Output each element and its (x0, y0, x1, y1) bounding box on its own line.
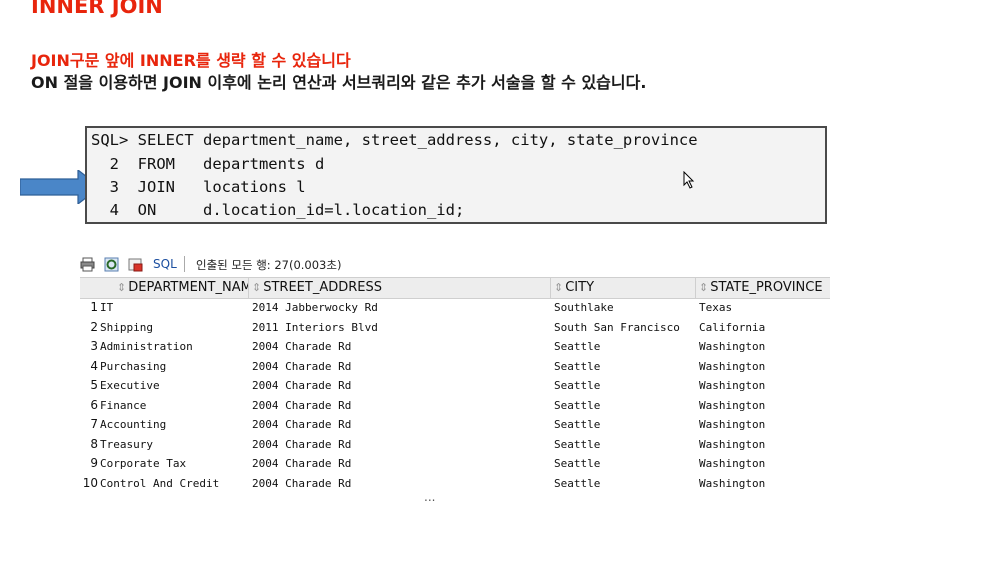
sort-icon: ⇕ (252, 281, 262, 294)
row-number: 9 (90, 456, 98, 470)
cell-state-province: California (699, 320, 766, 334)
row-number: 8 (90, 436, 98, 451)
refresh-icon[interactable] (104, 257, 119, 272)
subtitle-line-1: JOIN구문 앞에 INNER를 생략 할 수 있습니다 (31, 51, 351, 70)
cell-state-province: Washington (699, 359, 766, 373)
cell-street-address: 2011 Interiors Blvd (252, 320, 378, 334)
cell-street-address: 2004 Charade Rd (252, 340, 352, 353)
cell-city: Seattle (554, 457, 601, 470)
toolbar-divider (184, 256, 185, 272)
cell-city: Seattle (554, 418, 601, 431)
cell-department-name: IT (100, 301, 114, 314)
table-row[interactable]: 8 Treasury 2004 Charade Rd Seattle Washingto… (80, 435, 830, 455)
row-number: 7 (90, 417, 98, 431)
table-row[interactable]: 7 Accounting 2004 Charade Rd Seattle Washing… (80, 415, 830, 435)
sql-editor[interactable]: SQL> SELECT department_name, street_addr… (85, 126, 827, 224)
sort-icon: ⇕ (699, 281, 709, 294)
cell-city: Seattle (554, 398, 601, 412)
table-row[interactable]: 5 Executive 2004 Charade Rd Seattle Washingt… (80, 376, 830, 396)
cell-street-address: 2004 Charade Rd (252, 457, 352, 470)
table-row[interactable]: 3 Administration 2004 Charade Rd Seattle Was… (80, 337, 830, 357)
cell-street-address: 2014 Jabberwocky Rd (252, 301, 378, 314)
cell-city: Southlake (554, 301, 614, 314)
sql-icon[interactable] (128, 257, 143, 272)
row-number: 1 (90, 300, 98, 314)
sql-line-4: 4 ON d.location_id=l.location_id; (91, 201, 465, 219)
table-row[interactable]: 9 Corporate Tax 2004 Charade Rd Seattle Wash… (80, 454, 830, 474)
table-row[interactable]: 1 IT 2014 Jabberwocky Rd Southlake Texas (80, 298, 830, 318)
mouse-cursor-icon (683, 171, 695, 189)
column-header-department-name[interactable]: ⇕ DEPARTMENT_NAME (114, 278, 249, 298)
table-row[interactable]: 4 Purchasing 2004 Charade Rd Seattle Washing… (80, 357, 830, 377)
grid-header: ⇕ DEPARTMENT_NAME ⇕ STREET_ADDRESS ⇕ CITY ⇕… (80, 277, 830, 299)
row-number: 5 (90, 378, 98, 392)
print-icon[interactable] (80, 257, 95, 272)
cell-street-address: 2004 Charade Rd (252, 437, 352, 451)
cell-state-province: Washington (699, 457, 766, 470)
cell-state-province: Washington (699, 340, 766, 353)
sort-icon: ⇕ (554, 281, 564, 294)
cell-department-name: Finance (100, 398, 147, 412)
cell-department-name: Control And Credit (100, 476, 220, 490)
cell-department-name: Corporate Tax (100, 457, 187, 470)
sql-line-2: 2 FROM departments d (91, 155, 325, 173)
row-number: 10 (82, 475, 98, 490)
sql-line-3: 3 JOIN locations l (91, 178, 306, 196)
cell-state-province: Washington (699, 398, 766, 412)
cell-state-province: Washington (699, 437, 766, 451)
cell-city: Seattle (554, 476, 601, 490)
cell-street-address: 2004 Charade Rd (252, 359, 352, 373)
cell-department-name: Administration (100, 340, 193, 353)
cell-state-province: Texas (699, 301, 733, 314)
sql-line-1: SQL> SELECT department_name, street_addr… (91, 131, 698, 149)
cell-city: South San Francisco (554, 320, 680, 334)
column-header-city[interactable]: ⇕ CITY (551, 278, 696, 298)
row-number: 3 (90, 339, 98, 353)
cell-state-province: Washington (699, 476, 766, 490)
cell-department-name: Executive (100, 379, 160, 392)
cell-state-province: Washington (699, 379, 766, 392)
page-title: INNER JOIN (31, 0, 163, 18)
fetch-status: 인출된 모든 행: 27(0.003초) (196, 258, 342, 272)
cell-city: Seattle (554, 359, 601, 373)
column-header-state-province[interactable]: ⇕ STATE_PROVINCE (696, 278, 830, 298)
result-toolbar: SQL 인출된 모든 행: 27(0.003초) (80, 255, 830, 275)
cell-department-name: Accounting (100, 418, 167, 431)
column-header-street-address[interactable]: ⇕ STREET_ADDRESS (249, 278, 551, 298)
cell-city: Seattle (554, 437, 601, 451)
subtitle-line-2: ON 절을 이용하면 JOIN 이후에 논리 연산과 서브쿼리와 같은 추가 서… (31, 73, 647, 92)
cell-department-name: Purchasing (100, 359, 167, 373)
more-rows-indicator: ... (424, 490, 436, 504)
row-number: 4 (90, 358, 98, 373)
cell-state-province: Washington (699, 418, 766, 431)
sql-link[interactable]: SQL (153, 257, 177, 271)
cell-department-name: Treasury (100, 437, 153, 451)
cell-street-address: 2004 Charade Rd (252, 476, 352, 490)
cell-department-name: Shipping (100, 320, 153, 334)
cell-street-address: 2004 Charade Rd (252, 418, 352, 431)
row-number: 2 (90, 319, 98, 334)
row-number: 6 (90, 397, 98, 412)
cell-city: Seattle (554, 379, 601, 392)
cell-street-address: 2004 Charade Rd (252, 398, 352, 412)
table-row[interactable]: 6 Finance 2004 Charade Rd Seattle Washington (80, 396, 830, 416)
table-row[interactable]: 2 Shipping 2011 Interiors Blvd South San Fr… (80, 318, 830, 338)
cell-city: Seattle (554, 340, 601, 353)
sort-icon: ⇕ (117, 281, 127, 294)
table-row[interactable]: 10 Control And Credit 2004 Charade Rd Seatt… (80, 474, 830, 494)
cell-street-address: 2004 Charade Rd (252, 379, 352, 392)
